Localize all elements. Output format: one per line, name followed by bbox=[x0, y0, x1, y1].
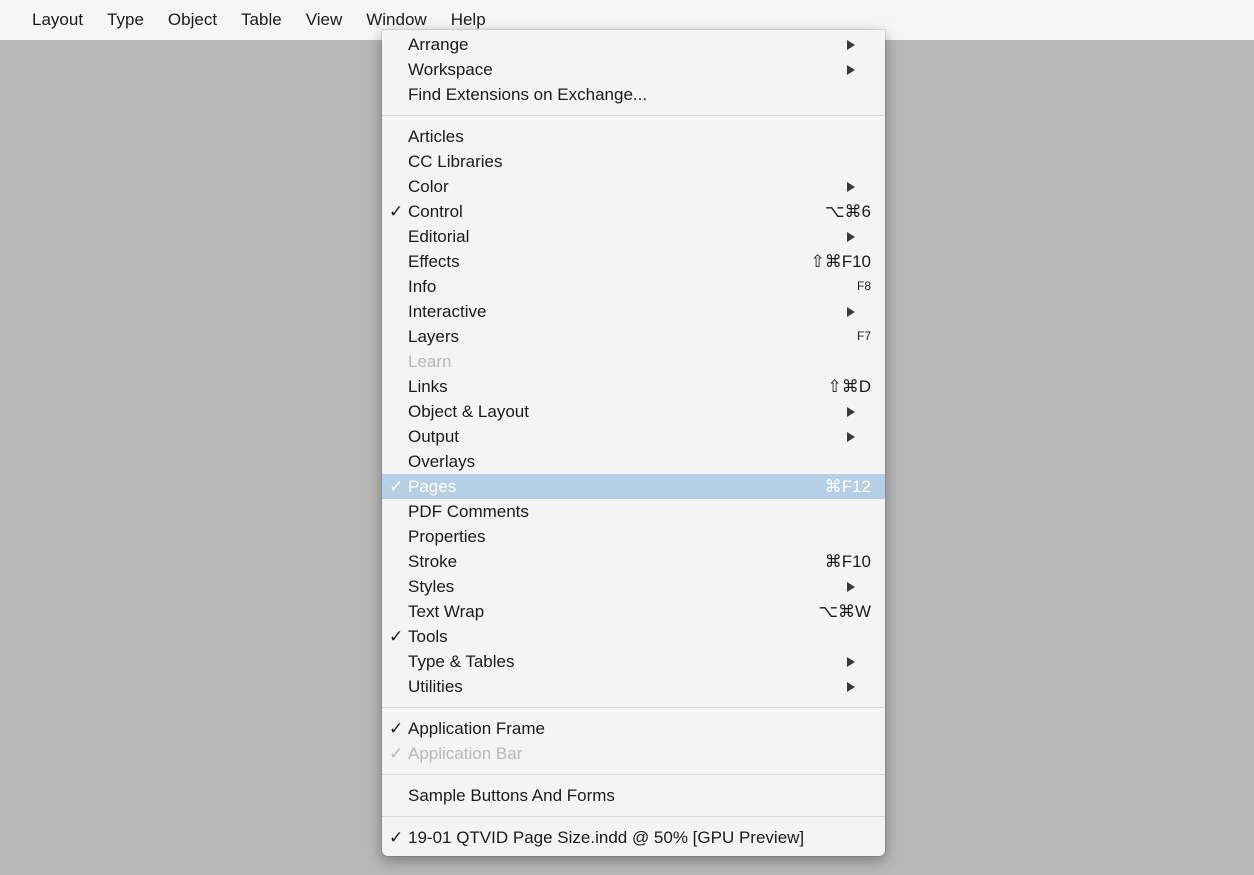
menu-item-application-bar: ✓ Application Bar bbox=[382, 741, 885, 766]
menu-item-label: Overlays bbox=[408, 452, 476, 471]
menu-item-label: Output bbox=[408, 427, 460, 446]
submenu-arrow-icon bbox=[847, 306, 855, 317]
checkmark-icon: ✓ bbox=[389, 828, 404, 847]
menu-item-effects[interactable]: Effects ⇧⌘F10 bbox=[382, 249, 885, 274]
menu-item-stroke[interactable]: Stroke ⌘F10 bbox=[382, 549, 885, 574]
submenu-arrow-icon bbox=[847, 406, 855, 417]
menu-item-label: Articles bbox=[408, 127, 464, 146]
menu-item-info[interactable]: Info F8 bbox=[382, 274, 885, 299]
menu-item-label: Arrange bbox=[408, 35, 469, 54]
menu-item-editorial[interactable]: Editorial bbox=[382, 224, 885, 249]
menu-item-learn: Learn bbox=[382, 349, 885, 374]
menu-item-label: Find Extensions on Exchange... bbox=[408, 85, 648, 104]
menu-item-links[interactable]: Links ⇧⌘D bbox=[382, 374, 885, 399]
menu-item-label: Stroke bbox=[408, 552, 458, 571]
menu-item-label: 19-01 QTVID Page Size.indd @ 50% [GPU Pr… bbox=[408, 828, 805, 847]
menu-separator bbox=[382, 774, 885, 775]
menu-item-tools[interactable]: ✓ Tools bbox=[382, 624, 885, 649]
submenu-arrow-icon bbox=[847, 231, 855, 242]
submenu-arrow-icon bbox=[847, 681, 855, 692]
menu-item-label: Interactive bbox=[408, 302, 487, 321]
checkmark-icon: ✓ bbox=[389, 627, 404, 646]
menu-item-label: Control bbox=[408, 202, 463, 221]
checkmark-icon: ✓ bbox=[389, 477, 404, 496]
submenu-arrow-icon bbox=[847, 64, 855, 75]
menu-item-label: Color bbox=[408, 177, 449, 196]
menu-item-control[interactable]: ✓ Control ⌥⌘6 bbox=[382, 199, 885, 224]
menu-item-label: Properties bbox=[408, 527, 486, 546]
menu-item-workspace[interactable]: Workspace bbox=[382, 57, 885, 82]
menu-item-shortcut: ⌘F12 bbox=[824, 477, 871, 496]
menu-item-label: Styles bbox=[408, 577, 455, 596]
menubar-item-view[interactable]: View bbox=[294, 0, 355, 40]
menubar-item-object[interactable]: Object bbox=[156, 0, 229, 40]
menu-item-label: PDF Comments bbox=[408, 502, 529, 521]
menu-item-label: Layers bbox=[408, 327, 460, 346]
menu-item-sample-buttons-and-forms[interactable]: Sample Buttons And Forms bbox=[382, 783, 885, 808]
menubar-item-layout[interactable]: Layout bbox=[20, 0, 95, 40]
menu-item-overlays[interactable]: Overlays bbox=[382, 449, 885, 474]
submenu-arrow-icon bbox=[847, 181, 855, 192]
menu-item-label: Links bbox=[408, 377, 448, 396]
menu-item-shortcut: ⌘F10 bbox=[824, 552, 871, 571]
menu-item-arrange[interactable]: Arrange bbox=[382, 32, 885, 57]
menubar-item-table[interactable]: Table bbox=[229, 0, 294, 40]
window-menu-dropdown: Arrange Workspace Find Extensions on Excha… bbox=[382, 30, 885, 856]
menu-item-label: Text Wrap bbox=[408, 602, 485, 621]
menu-item-find-extensions-on-exchange[interactable]: Find Extensions on Exchange... bbox=[382, 82, 885, 107]
menu-item-type-tables[interactable]: Type & Tables bbox=[382, 649, 885, 674]
menu-item-shortcut: F8 bbox=[856, 279, 871, 293]
submenu-arrow-icon bbox=[847, 581, 855, 592]
submenu-arrow-icon bbox=[847, 431, 855, 442]
menu-item-label: Tools bbox=[408, 627, 448, 646]
menu-item-interactive[interactable]: Interactive bbox=[382, 299, 885, 324]
menu-item-label: Workspace bbox=[408, 60, 493, 79]
submenu-arrow-icon bbox=[847, 656, 855, 667]
menu-item-application-frame[interactable]: ✓ Application Frame bbox=[382, 716, 885, 741]
checkmark-icon: ✓ bbox=[389, 202, 404, 221]
menu-item-label: Sample Buttons And Forms bbox=[408, 786, 615, 805]
menu-item-shortcut: F7 bbox=[856, 329, 871, 343]
menu-item-utilities[interactable]: Utilities bbox=[382, 674, 885, 699]
menu-item-shortcut: ⇧⌘F10 bbox=[810, 252, 871, 271]
menu-separator bbox=[382, 115, 885, 116]
menu-item-label: Editorial bbox=[408, 227, 470, 246]
menu-item-pdf-comments[interactable]: PDF Comments bbox=[382, 499, 885, 524]
menu-item-shortcut: ⌥⌘W bbox=[818, 602, 871, 621]
menu-item-label: Info bbox=[408, 277, 437, 296]
menu-item-label: Type & Tables bbox=[408, 652, 515, 671]
menu-item-color[interactable]: Color bbox=[382, 174, 885, 199]
menu-separator bbox=[382, 816, 885, 817]
menu-item-shortcut: ⇧⌘D bbox=[827, 377, 871, 396]
menu-item-cc-libraries[interactable]: CC Libraries bbox=[382, 149, 885, 174]
menu-item-properties[interactable]: Properties bbox=[382, 524, 885, 549]
menu-item-label: Object & Layout bbox=[408, 402, 529, 421]
menu-item-label: Pages bbox=[408, 477, 457, 496]
menu-item-label: Application Bar bbox=[408, 744, 523, 763]
submenu-arrow-icon bbox=[847, 39, 855, 50]
menu-item-label: Application Frame bbox=[408, 719, 546, 738]
menu-item-styles[interactable]: Styles bbox=[382, 574, 885, 599]
menu-item-text-wrap[interactable]: Text Wrap ⌥⌘W bbox=[382, 599, 885, 624]
menu-item-articles[interactable]: Articles bbox=[382, 124, 885, 149]
menu-separator bbox=[382, 707, 885, 708]
menu-item-19-01-qtvid-page-size-indd-50-gpu-preview[interactable]: ✓ 19-01 QTVID Page Size.indd @ 50% [GPU P… bbox=[382, 825, 885, 850]
menu-item-layers[interactable]: Layers F7 bbox=[382, 324, 885, 349]
menu-item-pages[interactable]: ✓ Pages ⌘F12 bbox=[382, 474, 885, 499]
menu-item-object-layout[interactable]: Object & Layout bbox=[382, 399, 885, 424]
menu-item-shortcut: ⌥⌘6 bbox=[824, 202, 871, 221]
menu-item-label: Utilities bbox=[408, 677, 463, 696]
checkmark-icon: ✓ bbox=[389, 719, 404, 738]
menubar-item-type[interactable]: Type bbox=[95, 0, 156, 40]
menu-item-output[interactable]: Output bbox=[382, 424, 885, 449]
menu-item-label: Effects bbox=[408, 252, 460, 271]
menu-item-label: Learn bbox=[408, 352, 452, 371]
checkmark-icon: ✓ bbox=[389, 744, 404, 763]
menu-item-label: CC Libraries bbox=[408, 152, 503, 171]
